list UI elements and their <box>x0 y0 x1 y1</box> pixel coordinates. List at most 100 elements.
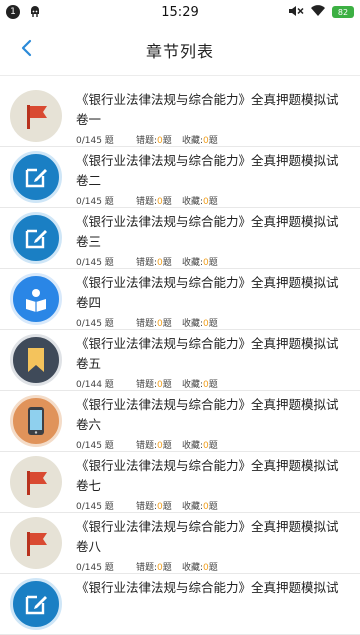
question-progress: 0/145 题 <box>76 136 114 146</box>
wrong-label: 错题: <box>136 502 158 512</box>
favorite-label: 收藏: <box>182 197 204 207</box>
chapter-info: 《银行业法律法规与综合能力》全真押题模拟试卷四 0/145 题 错题:0题 收藏:0题 <box>76 273 360 329</box>
favorite-label: 收藏: <box>182 380 204 390</box>
chapter-info: 《银行业法律法规与综合能力》全真押题模拟试卷三 0/145 题 错题:0题 收藏:0题 <box>76 212 360 268</box>
wrong-unit: 题 <box>162 502 172 512</box>
wrong-unit: 题 <box>162 136 172 146</box>
chapter-meta: 0/145 题 错题:0题 收藏:0题 <box>76 438 350 451</box>
chapter-title: 《银行业法律法规与综合能力》全真押题模拟试卷三 <box>76 214 339 249</box>
chapter-title: 《银行业法律法规与综合能力》全真押题模拟试卷六 <box>76 397 339 432</box>
reader-icon <box>10 273 62 325</box>
flag-icon <box>10 517 62 569</box>
favorite-label: 收藏: <box>182 502 204 512</box>
chevron-left-icon <box>20 39 34 61</box>
nav-header: 章节列表 <box>0 24 360 76</box>
favorite-unit: 题 <box>208 441 218 451</box>
favorite-unit: 题 <box>208 136 218 146</box>
wrong-unit: 题 <box>162 563 172 573</box>
back-button[interactable] <box>14 37 40 63</box>
chapter-row[interactable]: 《银行业法律法规与综合能力》全真押题模拟试卷三 0/145 题 错题:0题 收藏:0题 <box>0 208 360 269</box>
question-progress: 0/144 题 <box>76 380 114 390</box>
question-progress: 0/145 题 <box>76 258 114 268</box>
question-progress: 0/145 题 <box>76 319 114 329</box>
chapter-row[interactable]: 《银行业法律法规与综合能力》全真押题模拟试卷一 0/145 题 错题:0题 收藏:0题 <box>0 86 360 147</box>
status-bar: 1 15:29 82 <box>0 0 360 24</box>
edit-icon <box>10 578 62 630</box>
wrong-label: 错题: <box>136 197 158 207</box>
chapter-row[interactable]: 《银行业法律法规与综合能力》全真押题模拟试卷六 0/145 题 错题:0题 收藏:0题 <box>0 391 360 452</box>
chapter-meta: 0/145 题 错题:0题 收藏:0题 <box>76 194 350 207</box>
chapter-row[interactable]: 《银行业法律法规与综合能力》全真押题模拟试卷二 0/145 题 错题:0题 收藏:0题 <box>0 147 360 208</box>
question-progress: 0/145 题 <box>76 502 114 512</box>
chapter-meta: 0/144 题 错题:0题 收藏:0题 <box>76 377 350 390</box>
favorite-unit: 题 <box>208 258 218 268</box>
favorite-count: 收藏:0题 <box>182 560 218 573</box>
notification-badge: 1 <box>6 5 20 19</box>
favorite-label: 收藏: <box>182 136 204 146</box>
wrong-count: 错题:0题 <box>136 133 182 146</box>
favorite-label: 收藏: <box>182 319 204 329</box>
chapter-meta: 0/145 题 错题:0题 收藏:0题 <box>76 560 350 573</box>
chapter-meta: 0/145 题 错题:0题 收藏:0题 <box>76 316 350 329</box>
bookmark-icon <box>10 334 62 386</box>
favorite-count: 收藏:0题 <box>182 438 218 451</box>
battery-indicator: 82 <box>332 6 354 18</box>
wrong-count: 错题:0题 <box>136 255 182 268</box>
chapter-meta: 0/145 题 错题:0题 收藏:0题 <box>76 255 350 268</box>
wrong-count: 错题:0题 <box>136 194 182 207</box>
chapter-title: 《银行业法律法规与综合能力》全真押题模拟试卷四 <box>76 275 339 310</box>
wrong-unit: 题 <box>162 258 172 268</box>
chapter-info: 《银行业法律法规与综合能力》全真押题模拟试卷五 0/144 题 错题:0题 收藏:0题 <box>76 334 360 390</box>
wrong-label: 错题: <box>136 380 158 390</box>
android-icon <box>28 4 42 21</box>
wrong-label: 错题: <box>136 441 158 451</box>
chapter-row[interactable]: 《银行业法律法规与综合能力》全真押题模拟试卷四 0/145 题 错题:0题 收藏:0题 <box>0 269 360 330</box>
wrong-unit: 题 <box>162 441 172 451</box>
favorite-unit: 题 <box>208 380 218 390</box>
question-progress: 0/145 题 <box>76 563 114 573</box>
edit-icon <box>10 212 62 264</box>
edit-icon <box>10 151 62 203</box>
wrong-unit: 题 <box>162 319 172 329</box>
wrong-label: 错题: <box>136 319 158 329</box>
wrong-count: 错题:0题 <box>136 560 182 573</box>
page-title: 章节列表 <box>145 41 214 61</box>
wrong-label: 错题: <box>136 258 158 268</box>
wrong-count: 错题:0题 <box>136 499 182 512</box>
chapter-title: 《银行业法律法规与综合能力》全真押题模拟试卷五 <box>76 336 339 371</box>
favorite-label: 收藏: <box>182 563 204 573</box>
chapter-list: 《银行业法律法规与综合能力》全真押题模拟试卷一 0/145 题错题:0题 收藏:0题… <box>0 86 360 635</box>
wifi-icon <box>310 4 326 20</box>
chapter-meta: 0/145 题 错题:0题 收藏:0题 <box>76 499 350 512</box>
wrong-unit: 题 <box>162 197 172 207</box>
chapter-row[interactable]: 《银行业法律法规与综合能力》全真押题模拟试卷七 0/145 题 错题:0题 收藏:0题 <box>0 452 360 513</box>
flag-icon <box>10 90 62 142</box>
phone-icon <box>10 395 62 447</box>
chapter-info: 《银行业法律法规与综合能力》全真押题模拟试卷八 0/145 题 错题:0题 收藏:0题 <box>76 517 360 573</box>
chapter-info: 《银行业法律法规与综合能力》全真押题模拟试卷一 0/145 题 错题:0题 收藏:0题 <box>76 90 360 146</box>
favorite-label: 收藏: <box>182 258 204 268</box>
chapter-row[interactable]: 《银行业法律法规与综合能力》全真押题模拟试卷五 0/144 题 错题:0题 收藏:0题 <box>0 330 360 391</box>
wrong-count: 错题:0题 <box>136 377 182 390</box>
favorite-label: 收藏: <box>182 441 204 451</box>
chapter-row[interactable]: 《银行业法律法规与综合能力》全真押题模拟试 <box>0 574 360 635</box>
question-progress: 0/145 题 <box>76 197 114 207</box>
wrong-count: 错题:0题 <box>136 438 182 451</box>
wrong-label: 错题: <box>136 136 158 146</box>
wrong-unit: 题 <box>162 380 172 390</box>
favorite-count: 收藏:0题 <box>182 194 218 207</box>
chapter-info: 《银行业法律法规与综合能力》全真押题模拟试卷七 0/145 题 错题:0题 收藏:0题 <box>76 456 360 512</box>
chapter-title: 《银行业法律法规与综合能力》全真押题模拟试卷一 <box>76 92 339 127</box>
chapter-info: 《银行业法律法规与综合能力》全真押题模拟试 <box>76 578 360 598</box>
question-progress: 0/145 题 <box>76 441 114 451</box>
favorite-unit: 题 <box>208 502 218 512</box>
favorite-count: 收藏:0题 <box>182 316 218 329</box>
chapter-title: 《银行业法律法规与综合能力》全真押题模拟试 <box>76 580 339 595</box>
chapter-row[interactable]: 《银行业法律法规与综合能力》全真押题模拟试卷八 0/145 题 错题:0题 收藏:0题 <box>0 513 360 574</box>
chapter-info: 《银行业法律法规与综合能力》全真押题模拟试卷二 0/145 题 错题:0题 收藏:0题 <box>76 151 360 207</box>
favorite-unit: 题 <box>208 197 218 207</box>
chapter-title: 《银行业法律法规与综合能力》全真押题模拟试卷二 <box>76 153 339 188</box>
flag-icon <box>10 456 62 508</box>
chapter-meta: 0/145 题 错题:0题 收藏:0题 <box>76 133 350 146</box>
favorite-count: 收藏:0题 <box>182 377 218 390</box>
